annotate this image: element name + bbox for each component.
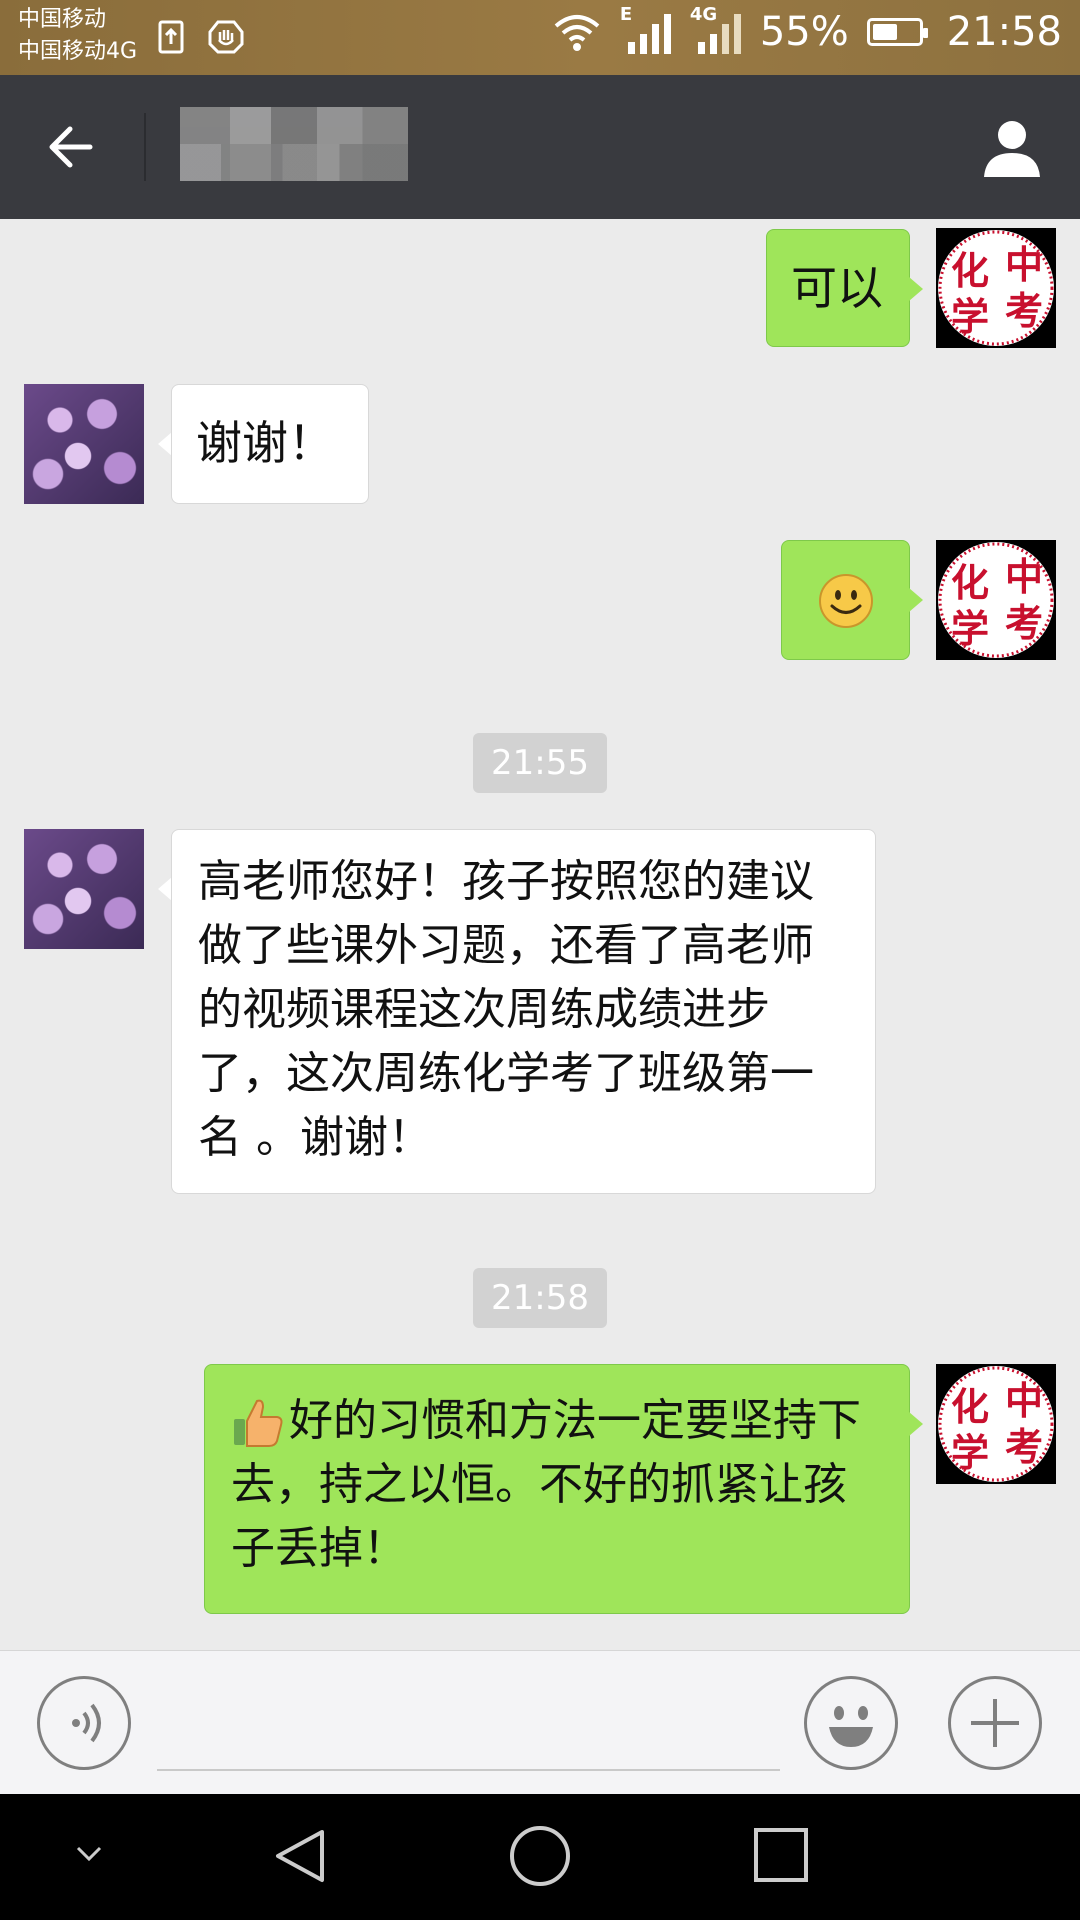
battery-percent: 55% [759, 9, 849, 55]
chat-title-bar [0, 75, 1080, 219]
input-underline [157, 1769, 780, 1771]
plus-icon [971, 1699, 1019, 1747]
seal-avatar-icon: 化 中 学 考 [938, 230, 1054, 346]
avatar[interactable]: 化 中 学 考 [936, 228, 1056, 348]
message-text: 高老师您好！孩子按照您的建议做了些课外习题，还看了高老师的视频课程这次周练成绩进… [198, 856, 814, 1163]
avatar[interactable]: 化 中 学 考 [936, 540, 1056, 660]
chevron-down-icon[interactable] [74, 1844, 104, 1864]
chat-title-blurred [180, 107, 408, 181]
svg-text:学: 学 [951, 606, 989, 651]
svg-text:化: 化 [951, 248, 989, 293]
message-bubble[interactable] [781, 540, 910, 660]
battery-icon [866, 18, 928, 46]
carrier-info: 中国移动 中国移动4G [18, 4, 137, 68]
person-icon[interactable] [980, 115, 1044, 179]
svg-text:考: 考 [1005, 600, 1043, 645]
signal-4g-icon: 4G [690, 4, 742, 56]
shield-notification-icon [208, 20, 244, 54]
bubble-tail [158, 877, 172, 901]
svg-text:考: 考 [1005, 1424, 1043, 1469]
svg-text:考: 考 [1005, 288, 1043, 333]
svg-text:化: 化 [951, 560, 989, 605]
chat-input-bar [0, 1650, 1080, 1795]
arrow-left-icon[interactable] [42, 117, 102, 177]
wifi-icon [554, 15, 600, 51]
carrier-name-1: 中国移动 [18, 7, 107, 32]
back-triangle-icon[interactable] [272, 1826, 328, 1886]
clock: 21:58 [946, 9, 1062, 55]
svg-text:学: 学 [951, 294, 989, 339]
time-divider: 21:55 [473, 733, 607, 793]
seal-avatar-icon: 化 中 学 考 [938, 542, 1054, 658]
system-nav-bar [0, 1794, 1080, 1920]
bubble-tail [909, 588, 923, 612]
message-bubble[interactable]: 谢谢！ [171, 384, 369, 504]
status-right: E 4G 55% 21:58 [552, 4, 1062, 56]
recents-square-icon[interactable] [752, 1826, 810, 1884]
svg-text:中: 中 [1005, 242, 1043, 287]
message-text: 可以 [791, 261, 883, 315]
carrier-name-2: 中国移动4G [18, 39, 138, 64]
avatar[interactable] [24, 829, 144, 949]
svg-text:化: 化 [951, 1384, 989, 1429]
avatar[interactable]: 化 中 学 考 [936, 1364, 1056, 1484]
svg-text:中: 中 [1005, 554, 1043, 599]
signal-e-icon: E [620, 4, 672, 56]
emoji-button[interactable] [804, 1676, 898, 1770]
voice-icon [72, 1703, 101, 1743]
message-text: 好的习惯和方法一定要坚持下去，持之以恒。不好的抓紧让孩子丢掉！ [231, 1395, 861, 1574]
seal-avatar-icon: 化 中 学 考 [938, 1366, 1054, 1482]
message-bubble[interactable]: 高老师您好！孩子按照您的建议做了些课外习题，还看了高老师的视频课程这次周练成绩进… [171, 829, 876, 1194]
thumbs-up-icon [234, 1399, 283, 1447]
bubble-tail [909, 1412, 923, 1436]
battery-fill [872, 24, 897, 40]
svg-text:中: 中 [1005, 1378, 1043, 1423]
title-divider [144, 113, 146, 181]
bubble-tail [158, 432, 172, 456]
svg-text:学: 学 [951, 1430, 989, 1475]
bubble-tail [909, 277, 923, 301]
status-bar: 中国移动 中国移动4G E 4G 55% 21:58 [0, 0, 1080, 75]
avatar[interactable] [24, 384, 144, 504]
message-bubble[interactable]: 可以 [766, 229, 910, 347]
smile-emoji-icon [819, 574, 873, 628]
upload-notification-icon [158, 20, 184, 54]
emoji-icon [829, 1706, 873, 1747]
message-input[interactable] [157, 1691, 784, 1763]
more-button[interactable] [948, 1676, 1042, 1770]
message-text: 谢谢！ [196, 416, 334, 470]
message-bubble[interactable]: 好的习惯和方法一定要坚持下去，持之以恒。不好的抓紧让孩子丢掉！ [204, 1364, 910, 1614]
home-circle-icon[interactable] [508, 1824, 572, 1888]
time-divider: 21:58 [473, 1268, 607, 1328]
voice-button[interactable] [37, 1676, 131, 1770]
